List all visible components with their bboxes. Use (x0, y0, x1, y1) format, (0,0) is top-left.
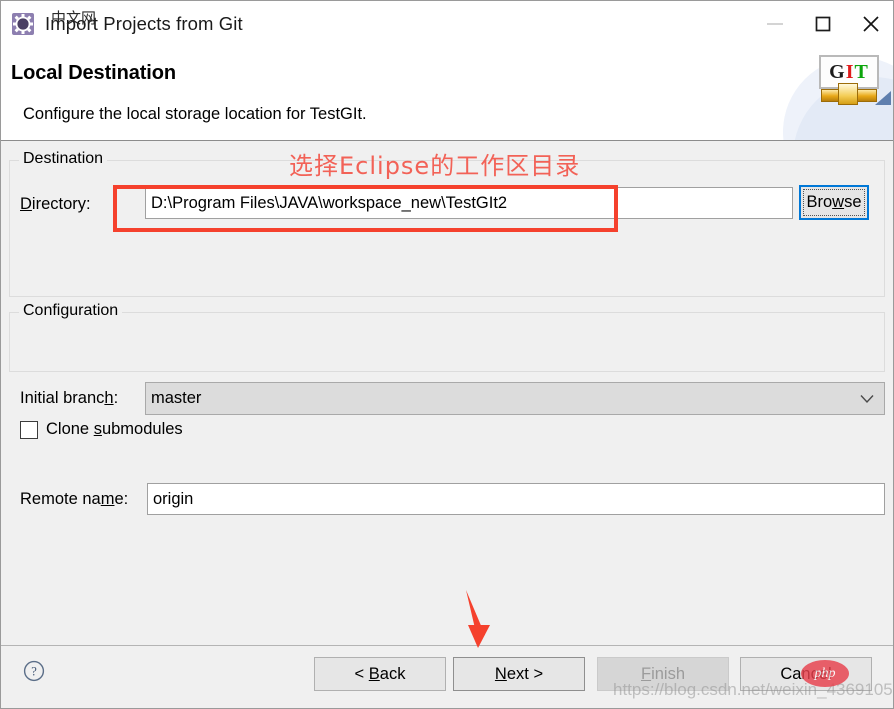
clone-submodules-checkbox[interactable] (20, 420, 38, 439)
window-controls (751, 1, 893, 47)
wizard-header: GIT Local Destination Configure the loca… (1, 47, 893, 141)
wizard-body: Destination Directory: D:\Program Files\… (1, 142, 893, 645)
php-badge-text: php (814, 665, 836, 681)
git-pipe-valve-icon (838, 83, 858, 105)
chinese-annotation-note: 选择Eclipse的工作区目录 (289, 152, 581, 180)
next-button[interactable]: Next > (453, 657, 585, 691)
back-button-label: < Back (354, 664, 406, 683)
git-banner-triangle-icon (875, 91, 891, 105)
browse-button[interactable]: Browse (799, 185, 869, 220)
remote-name-input[interactable]: origin (147, 483, 885, 515)
configuration-group: Configuration (9, 302, 885, 372)
remote-name-label: Remote name: (20, 490, 129, 508)
minimize-icon[interactable] (751, 1, 799, 47)
php-badge-chinese-text: 中文网 (51, 9, 97, 27)
browse-button-label: Browse (806, 193, 862, 211)
remote-name-value: origin (153, 489, 194, 508)
help-icon[interactable]: ? (23, 660, 45, 682)
finish-button: Finish (597, 657, 729, 691)
page-description: Configure the local storage location for… (23, 105, 367, 123)
clone-submodules-row[interactable]: Clone submodules (20, 420, 183, 439)
back-button[interactable]: < Back (314, 657, 446, 691)
initial-branch-value: master (151, 389, 202, 407)
git-logo-letter-t: T (854, 60, 869, 83)
maximize-icon[interactable] (799, 1, 847, 47)
git-logo-letter-i: I (845, 60, 855, 83)
directory-input-value: D:\Program Files\JAVA\workspace_new\Test… (151, 193, 508, 212)
dialog-footer: ? < Back Next > Finish Cancel (1, 645, 893, 708)
git-banner-graphic: GIT (783, 47, 893, 140)
clone-submodules-label: Clone submodules (46, 420, 183, 438)
initial-branch-select[interactable]: master (145, 382, 885, 415)
close-icon[interactable] (847, 1, 893, 47)
initial-branch-label: Initial branch: (20, 389, 119, 407)
finish-button-label: Finish (640, 664, 686, 683)
red-annotation-arrow (466, 590, 490, 648)
directory-label: Directory: (20, 195, 91, 213)
next-button-label: Next > (494, 664, 544, 683)
git-logo-letter-g: G (829, 60, 846, 83)
php-watermark-badge: php (801, 659, 855, 689)
configuration-group-label: Configuration (19, 302, 123, 320)
title-bar: Import Projects from Git (1, 1, 893, 47)
svg-text:?: ? (31, 665, 37, 679)
import-projects-from-git-dialog: Import Projects from Git GIT Local Desti… (0, 0, 894, 709)
git-import-gear-icon (11, 12, 35, 36)
directory-input[interactable]: D:\Program Files\JAVA\workspace_new\Test… (145, 187, 793, 219)
chevron-down-icon (860, 389, 874, 408)
page-title: Local Destination (11, 62, 176, 84)
destination-group-label: Destination (19, 150, 108, 168)
